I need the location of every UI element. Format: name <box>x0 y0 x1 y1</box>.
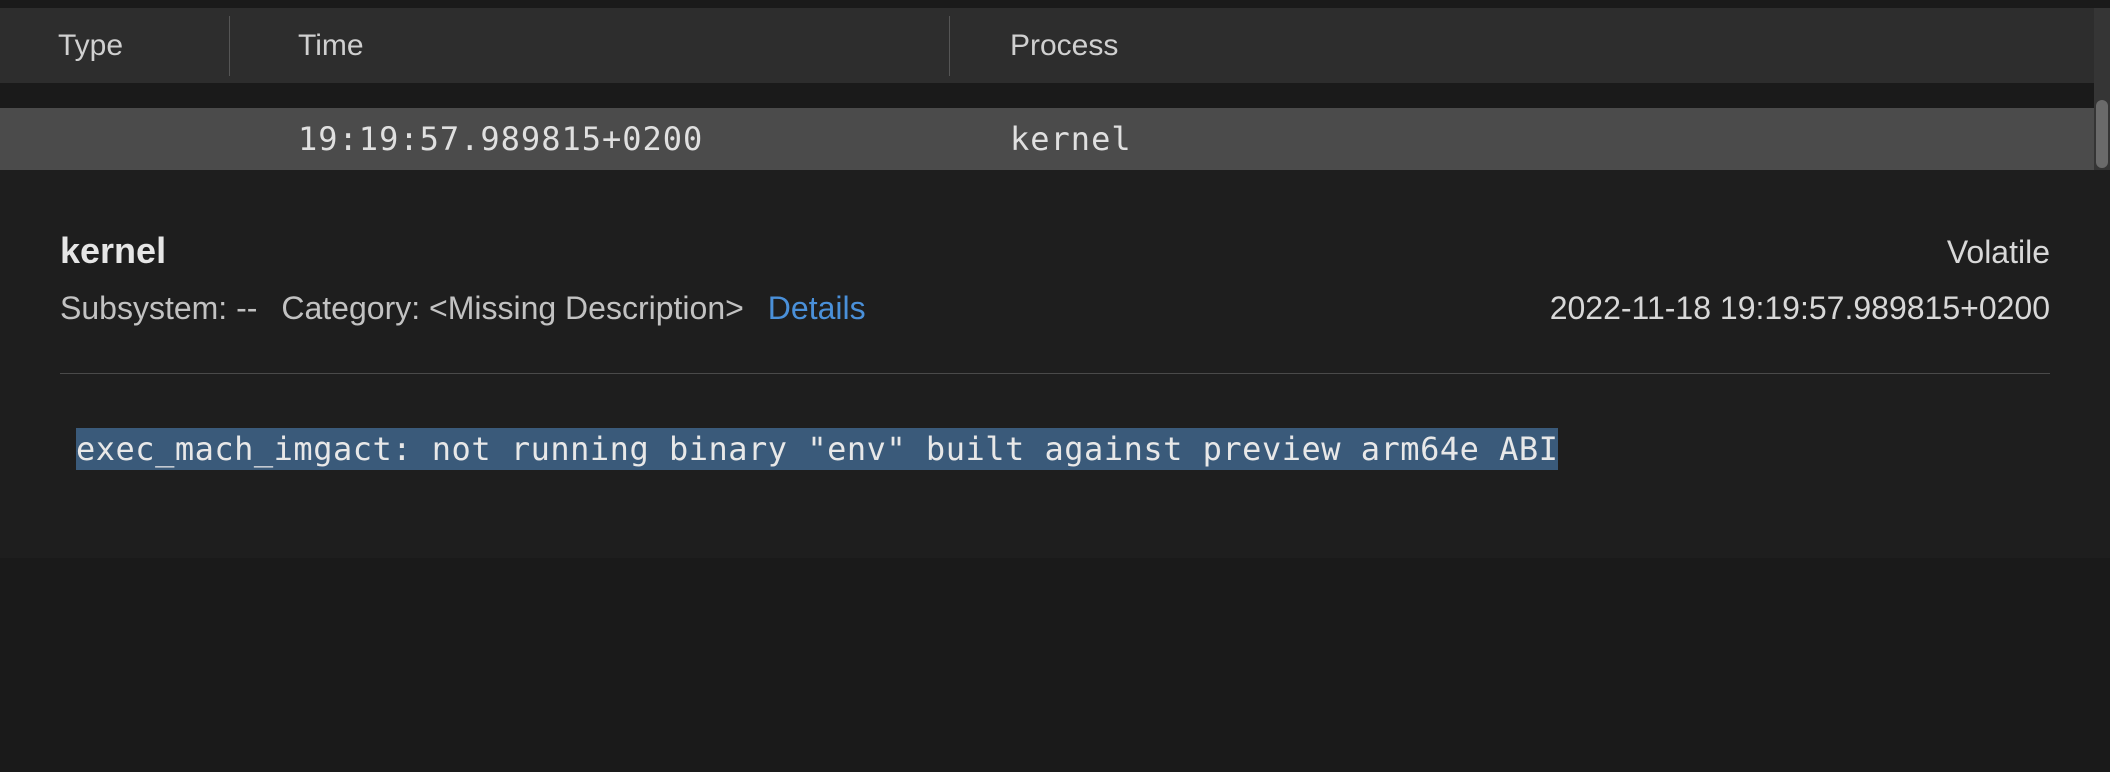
log-table-header: Type Time Process <box>0 8 2110 84</box>
column-header-process[interactable]: Process <box>950 16 2110 76</box>
log-row[interactable]: 19:19:57.989815+0200 kernel <box>0 108 2110 170</box>
log-row-process: kernel <box>950 120 2110 158</box>
log-message[interactable]: exec_mach_imgact: not running binary "en… <box>76 428 1558 470</box>
log-detail-pane: kernel Volatile Subsystem: -- Category: … <box>0 170 2110 558</box>
category-label: Category: <Missing Description> <box>281 290 743 327</box>
log-row-time: 19:19:57.989815+0200 <box>230 120 950 158</box>
detail-process-name: kernel <box>60 230 166 272</box>
subsystem-label: Subsystem: -- <box>60 290 257 327</box>
column-header-type[interactable]: Type <box>0 16 230 76</box>
detail-timestamp: 2022-11-18 19:19:57.989815+0200 <box>1550 290 2050 327</box>
column-header-time[interactable]: Time <box>230 16 950 76</box>
details-link[interactable]: Details <box>768 290 866 327</box>
detail-volatile-label: Volatile <box>1947 234 2050 271</box>
vertical-scrollbar[interactable] <box>2094 8 2110 170</box>
